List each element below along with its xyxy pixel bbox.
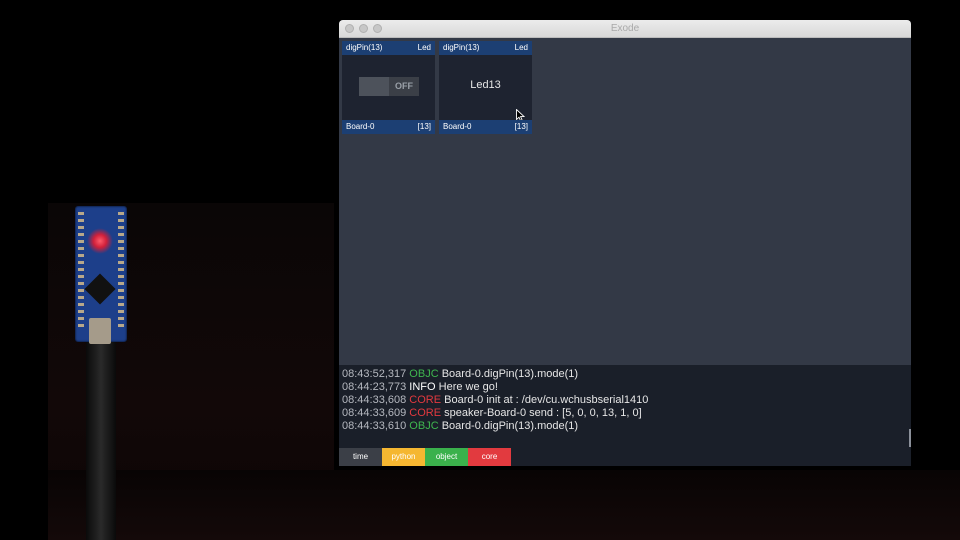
- log-tag: OBJC: [409, 420, 439, 432]
- log-row: 08:44:23,773 INFO Here we go!: [342, 381, 911, 394]
- toggle-knob[interactable]: [359, 77, 389, 96]
- card-footer: Board-0 [13]: [439, 120, 532, 134]
- pin-header-right: [118, 212, 124, 330]
- close-button[interactable]: [345, 24, 354, 33]
- card-pin-index: [13]: [417, 122, 431, 131]
- card-board-label: Board-0: [443, 122, 472, 131]
- card-type-label: Led: [417, 43, 431, 52]
- log-time: 08:44:33,609: [342, 407, 407, 419]
- arduino-board: [75, 206, 127, 344]
- tab-time[interactable]: time: [339, 448, 382, 466]
- tab-object[interactable]: object: [425, 448, 468, 466]
- card-pin-label: digPin(13): [346, 43, 383, 52]
- card-header: digPin(13) Led: [342, 41, 435, 55]
- led-card[interactable]: digPin(13) Led Led13 Board-0 [13]: [439, 41, 532, 134]
- log-message: Board-0.digPin(13).mode(1): [441, 420, 579, 432]
- console-scrollbar[interactable]: [909, 429, 911, 447]
- photo-floor: [48, 470, 960, 540]
- usb-port: [89, 318, 111, 344]
- pin-header-left: [78, 212, 84, 330]
- card-board-label: Board-0: [346, 122, 375, 131]
- log-row: 08:44:33,610 OBJC Board-0.digPin(13).mod…: [342, 420, 911, 433]
- log-time: 08:44:23,773: [342, 381, 407, 393]
- card-footer: Board-0 [13]: [342, 120, 435, 134]
- usb-cable: [86, 342, 116, 540]
- tab-python[interactable]: python: [382, 448, 425, 466]
- led-glow: [87, 228, 113, 254]
- log-message: Board-0 init at : /dev/cu.wchusbserial14…: [444, 394, 649, 406]
- log-tag: CORE: [409, 407, 442, 419]
- card-pin-label: digPin(13): [443, 43, 480, 52]
- zoom-button[interactable]: [373, 24, 382, 33]
- log-row: 08:43:52,317 OBJC Board-0.digPin(13).mod…: [342, 368, 911, 381]
- toggle-state: OFF: [395, 81, 413, 91]
- title-bar[interactable]: Exode: [339, 20, 911, 38]
- filter-tab-bar: time python object core: [339, 448, 911, 466]
- log-row: 08:44:33,609 CORE speaker-Board-0 send :…: [342, 407, 911, 420]
- card-type-label: Led: [514, 43, 528, 52]
- log-time: 08:44:33,610: [342, 420, 407, 432]
- card-pin-index: [13]: [514, 122, 528, 131]
- log-time: 08:44:33,608: [342, 394, 407, 406]
- minimize-button[interactable]: [359, 24, 368, 33]
- tab-core[interactable]: core: [468, 448, 511, 466]
- led-name-label: Led13: [470, 79, 501, 91]
- card-header: digPin(13) Led: [439, 41, 532, 55]
- log-time: 08:43:52,317: [342, 368, 407, 380]
- window-title: Exode: [610, 23, 640, 34]
- log-tag: CORE: [409, 394, 442, 406]
- log-message: Here we go!: [438, 381, 498, 393]
- microcontroller-chip: [84, 273, 116, 305]
- led-toggle-switch[interactable]: OFF: [359, 77, 419, 96]
- log-tag: OBJC: [409, 368, 439, 380]
- app-window: Exode digPin(13) Led OFF Board-0 [13] di…: [339, 20, 911, 466]
- switch-card: digPin(13) Led OFF Board-0 [13]: [342, 41, 435, 134]
- log-row: 08:44:33,608 CORE Board-0 init at : /dev…: [342, 394, 911, 407]
- log-message: speaker-Board-0 send : [5, 0, 0, 13, 1, …: [444, 407, 642, 419]
- log-tag: INFO: [409, 381, 436, 393]
- log-message: Board-0.digPin(13).mode(1): [441, 368, 579, 380]
- log-console[interactable]: 08:43:52,317 OBJC Board-0.digPin(13).mod…: [339, 365, 911, 448]
